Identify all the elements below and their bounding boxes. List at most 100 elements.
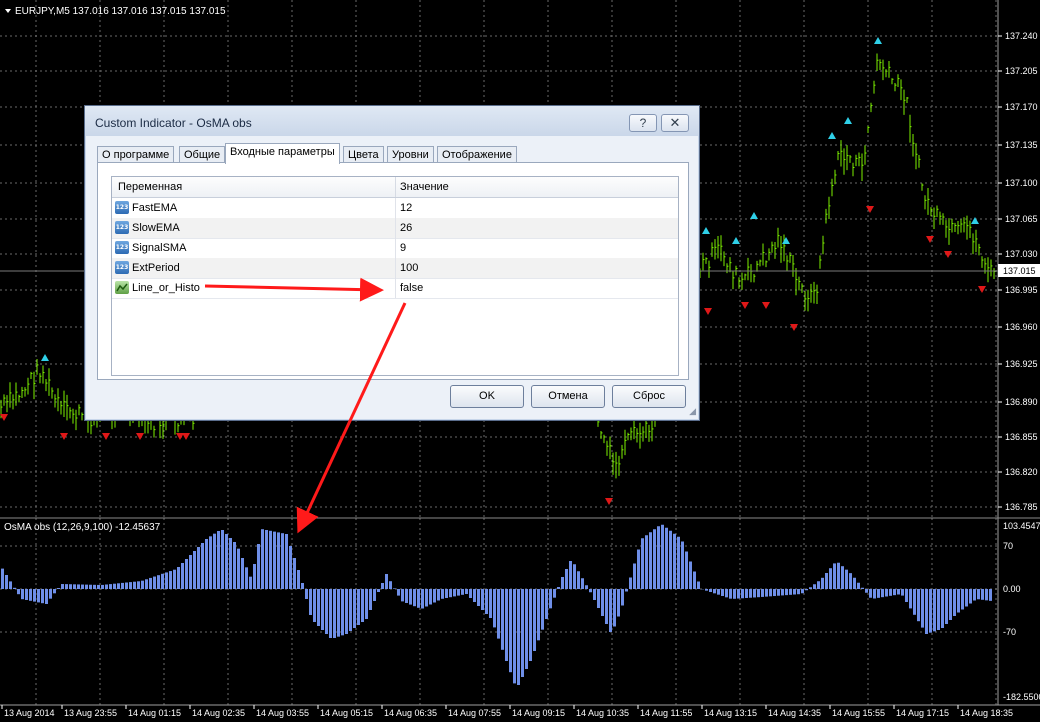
price-tick-label: 136.960 [1005,322,1038,332]
ok-button[interactable]: OK [450,385,524,408]
sell-arrow-icon [762,302,770,309]
price-tick-label: 137.240 [1005,31,1038,41]
param-row-signalsma[interactable]: 123 SignalSMA 9 [112,238,678,259]
price-tick-label: 137.205 [1005,66,1038,76]
help-button[interactable]: ? [629,114,657,132]
param-name: SlowEMA [132,222,180,234]
close-icon[interactable]: ✕ [661,114,689,132]
osma-tick-label: 0.00 [1003,584,1021,594]
time-tick-label: 14 Aug 06:35 [384,708,437,718]
osma-histogram [1,524,992,685]
indicator-label: OsMA obs (12,26,9,100) -12.45637 [4,522,161,533]
time-tick-label: 14 Aug 07:55 [448,708,501,718]
chart-menu-triangle-icon[interactable] [5,9,11,13]
buy-arrow-icon [41,354,49,361]
param-row-extperiod[interactable]: 123 ExtPeriod 100 [112,258,678,279]
price-tick-label: 137.170 [1005,102,1038,112]
price-tick-label: 136.785 [1005,502,1038,512]
param-name: SignalSMA [132,242,187,254]
time-tick-label: 13 Aug 23:55 [64,708,117,718]
buy-arrow-icon [828,132,836,139]
param-name: Line_or_Histo [132,282,200,294]
time-tick-label: 14 Aug 05:15 [320,708,373,718]
buy-arrow-icon [971,217,979,224]
time-tick-label: 14 Aug 02:35 [192,708,245,718]
sell-arrow-icon [704,308,712,315]
dialog-titlebar[interactable]: Custom Indicator - OsMA obs ? ✕ [85,106,699,136]
sell-arrow-icon [978,286,986,293]
osma-axis: 103.4547 70 0.00 -70 -182.5500 [1003,521,1040,702]
sell-arrow-icon [741,302,749,309]
price-tick-label: 136.890 [1005,397,1038,407]
param-value[interactable]: false [400,282,423,294]
buy-arrow-icon [702,227,710,234]
price-tick-label: 136.925 [1005,359,1038,369]
param-value[interactable]: 9 [400,242,406,254]
parameters-grid: Переменная Значение 123 FastEMA 12 123 S… [111,176,679,376]
tab-levels[interactable]: Уровни [387,146,434,163]
grid-header: Переменная Значение [112,177,678,198]
param-value[interactable]: 26 [400,222,412,234]
time-tick-label: 14 Aug 03:55 [256,708,309,718]
tab-about[interactable]: О программе [97,146,175,163]
buy-arrow-icon [750,212,758,219]
time-tick-label: 14 Aug 13:15 [704,708,757,718]
reset-button[interactable]: Сброс [612,385,686,408]
param-name: FastEMA [132,202,178,214]
time-tick-label: 14 Aug 18:35 [960,708,1013,718]
integer-icon: 123 [115,241,129,254]
price-tick-label: 136.995 [1005,285,1038,295]
sell-arrow-icon [182,433,190,440]
osma-tick-label: 70 [1003,541,1013,551]
boolean-icon [115,281,129,294]
param-row-line-or-histo[interactable]: Line_or_Histo false [112,278,678,299]
time-tick-label: 14 Aug 14:35 [768,708,821,718]
param-value[interactable]: 100 [400,262,418,274]
buy-arrow-icon [874,37,882,44]
sell-arrow-icon [866,206,874,213]
param-value[interactable]: 12 [400,202,412,214]
tab-inputs[interactable]: Входные параметры [225,143,340,164]
osma-tick-label: -182.5500 [1003,692,1040,702]
time-tick-label: 14 Aug 15:55 [832,708,885,718]
inputs-panel: Переменная Значение 123 FastEMA 12 123 S… [97,162,689,380]
column-variable[interactable]: Переменная [118,181,182,193]
time-tick-label: 13 Aug 2014 [4,708,55,718]
resize-grip-icon[interactable]: ◢ [689,406,696,417]
sell-arrow-icon [102,433,110,440]
time-tick-label: 14 Aug 11:55 [640,708,692,718]
price-tick-label: 137.030 [1005,249,1038,259]
price-tick-label: 137.100 [1005,178,1038,188]
buy-arrow-icon [732,237,740,244]
tab-colors[interactable]: Цвета [343,146,384,163]
price-tick-label: 136.855 [1005,432,1038,442]
chart-header: EURJPY,M5 137.016 137.016 137.015 137.01… [15,6,226,17]
price-tick-label: 136.820 [1005,467,1038,477]
sell-arrow-icon [926,236,934,243]
column-value[interactable]: Значение [400,181,449,193]
tab-visualization[interactable]: Отображение [437,146,517,163]
price-tick-label: 137.135 [1005,140,1038,150]
tab-common[interactable]: Общие [179,146,226,163]
integer-icon: 123 [115,261,129,274]
time-tick-label: 14 Aug 01:15 [128,708,181,718]
buy-arrow-icon [844,117,852,124]
time-axis: 13 Aug 2014 13 Aug 23:55 14 Aug 01:15 14 Au… [1,705,1013,718]
osma-tick-label: -70 [1003,627,1016,637]
current-price-label: 137.015 [1003,266,1036,276]
buy-arrow-icon [782,237,790,244]
param-name: ExtPeriod [132,262,180,274]
param-row-slowema[interactable]: 123 SlowEMA 26 [112,218,678,239]
param-row-fastema[interactable]: 123 FastEMA 12 [112,198,678,219]
osma-tick-label: 103.4547 [1003,521,1040,531]
cancel-button[interactable]: Отмена [531,385,605,408]
sell-arrow-icon [136,433,144,440]
time-tick-label: 14 Aug 09:15 [512,708,565,718]
integer-icon: 123 [115,221,129,234]
integer-icon: 123 [115,201,129,214]
time-tick-label: 14 Aug 17:15 [896,708,949,718]
price-tick-label: 137.065 [1005,214,1038,224]
time-tick-label: 14 Aug 10:35 [576,708,629,718]
dialog-title: Custom Indicator - OsMA obs [95,116,252,130]
custom-indicator-dialog: Custom Indicator - OsMA obs ? ✕ О програ… [84,105,700,421]
